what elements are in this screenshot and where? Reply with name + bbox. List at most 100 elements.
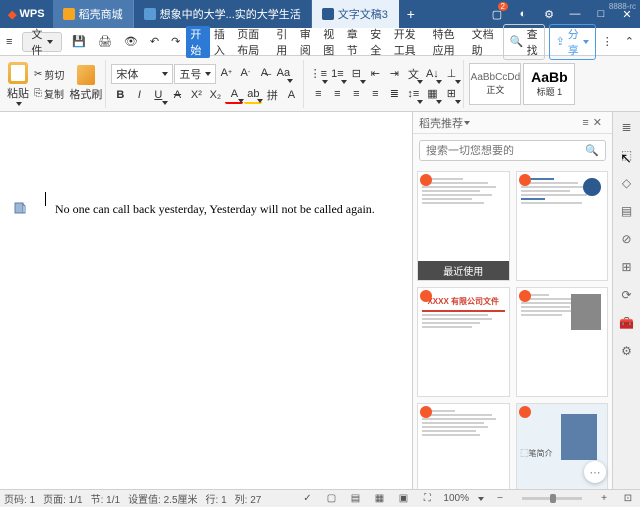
collapse-ribbon-button[interactable]: ⌃	[619, 32, 640, 52]
find-box[interactable]: 🔍查找	[503, 24, 545, 60]
ribbon-tab-security[interactable]: 安全	[366, 26, 389, 58]
decrease-indent-button[interactable]: ⇤	[366, 65, 384, 83]
justify-button[interactable]: ≡	[366, 85, 384, 103]
align-center-button[interactable]: ≡	[328, 85, 346, 103]
cut-button[interactable]: ✂剪切	[31, 66, 67, 83]
text-direction-button[interactable]: 文	[404, 65, 422, 83]
style-normal[interactable]: AaBbCcDd 正文	[469, 63, 521, 105]
document-area[interactable]: No one can call back yesterday, Yesterda…	[0, 112, 412, 489]
font-size-select[interactable]: 五号	[174, 64, 216, 84]
status-page: 页码: 1	[4, 491, 35, 506]
font-color-button[interactable]: A	[225, 86, 243, 104]
app-menu-button[interactable]: ≡	[0, 32, 18, 52]
bold-button[interactable]: B	[111, 86, 129, 104]
template-item[interactable]	[417, 403, 510, 489]
grow-font-button[interactable]: A+	[217, 64, 235, 82]
char-border-button[interactable]: A	[282, 86, 300, 104]
subscript-button[interactable]: X₂	[206, 86, 224, 104]
tool-settings[interactable]: ⚙	[618, 342, 636, 360]
tool-prop[interactable]: ⊞	[618, 258, 636, 276]
tool-toolbox[interactable]: 🧰	[618, 314, 636, 332]
view-web[interactable]: ▦	[371, 492, 387, 506]
text-cursor	[45, 192, 46, 206]
tab-doc-1[interactable]: 想象中的大学...实的大学生活	[134, 0, 312, 28]
fit-page-button[interactable]: ⊡	[620, 492, 636, 506]
side-panel-close[interactable]: ✕	[589, 116, 606, 129]
zoom-out-button[interactable]: −	[492, 492, 508, 506]
workspace-button[interactable]: ▢2	[484, 0, 510, 28]
align-right-button[interactable]: ≡	[347, 85, 365, 103]
change-case-button[interactable]: Aa	[274, 64, 292, 82]
help-button[interactable]: ⋯	[584, 461, 606, 483]
increase-indent-button[interactable]: ⇥	[385, 65, 403, 83]
ribbon-tab-dochelper[interactable]: 文档助	[468, 26, 499, 58]
shrink-font-button[interactable]: A-	[236, 64, 254, 82]
template-search-input[interactable]	[426, 145, 585, 157]
paste-button[interactable]: 粘贴	[7, 62, 29, 106]
spellcheck-button[interactable]: ✓	[299, 492, 315, 506]
clear-format-button[interactable]: A̶	[255, 64, 273, 82]
ribbon-tab-section[interactable]: 章节	[343, 26, 366, 58]
line-spacing-button[interactable]: ↕≡	[404, 85, 422, 103]
template-search[interactable]: 🔍	[419, 140, 606, 161]
tool-select[interactable]: ⬚	[618, 146, 636, 164]
zoom-value[interactable]: 100%	[443, 493, 469, 504]
ribbon-tab-insert[interactable]: 插入	[210, 26, 233, 58]
zoom-slider[interactable]	[522, 497, 582, 500]
ribbon-tab-devtools[interactable]: 开发工具	[390, 26, 429, 58]
ribbon-tab-review[interactable]: 审阅	[296, 26, 319, 58]
tool-backup[interactable]: ⟳	[618, 286, 636, 304]
font-name-select[interactable]: 宋体	[111, 64, 173, 84]
template-item[interactable]	[516, 171, 609, 281]
view-reading[interactable]: ▣	[395, 492, 411, 506]
tool-styles[interactable]: ≣	[618, 118, 636, 136]
distributed-button[interactable]: ≣	[385, 85, 403, 103]
copy-button[interactable]: ⎘复制	[31, 85, 67, 102]
highlight-button[interactable]: ab	[244, 86, 262, 104]
view-outline[interactable]: ▤	[347, 492, 363, 506]
borders-button[interactable]: ⊞	[442, 85, 460, 103]
share-icon: ⇪	[556, 35, 565, 48]
status-pages: 页面: 1/1	[43, 491, 82, 506]
strikethrough-button[interactable]: A	[168, 86, 186, 104]
new-tab-button[interactable]: +	[399, 6, 423, 22]
share-button[interactable]: ⇪分享	[549, 24, 596, 60]
superscript-button[interactable]: X²	[187, 86, 205, 104]
view-print-layout[interactable]: ▢	[323, 492, 339, 506]
qat-redo[interactable]: ↷	[165, 32, 186, 52]
zoom-in-button[interactable]: +	[596, 492, 612, 506]
view-fullscreen[interactable]: ⛶	[419, 492, 435, 506]
template-item[interactable]	[516, 287, 609, 397]
document-text: No one can call back yesterday, Yesterda…	[55, 202, 375, 217]
tabs-button[interactable]: ⊥	[442, 65, 460, 83]
ribbon-tab-references[interactable]: 引用	[272, 26, 295, 58]
qat-undo[interactable]: ↶	[144, 32, 165, 52]
multilevel-button[interactable]: ⊟	[347, 65, 365, 83]
qat-save[interactable]: 💾	[66, 32, 92, 52]
tool-limit[interactable]: ⊘	[618, 230, 636, 248]
phonetic-guide-button[interactable]: 拼	[263, 86, 281, 104]
template-item[interactable]: 最近使用	[417, 171, 510, 281]
ribbon-tab-apps[interactable]: 特色应用	[429, 26, 468, 58]
tab-store[interactable]: 稻壳商城	[53, 0, 134, 28]
qat-preview[interactable]: 👁	[118, 32, 144, 52]
format-painter-button[interactable]: 格式刷	[69, 65, 102, 102]
numbering-button[interactable]: 1≡	[328, 65, 346, 83]
ribbon-tab-view[interactable]: 视图	[319, 26, 342, 58]
template-item[interactable]: XXXX 有限公司文件	[417, 287, 510, 397]
align-left-button[interactable]: ≡	[309, 85, 327, 103]
underline-button[interactable]: U	[149, 86, 167, 104]
more-button[interactable]: ⋮	[596, 32, 619, 52]
style-heading1[interactable]: AaBb 标题 1	[523, 63, 575, 105]
qat-print[interactable]: 🖨	[92, 32, 118, 52]
tool-shapes[interactable]: ◇	[618, 174, 636, 192]
sort-button[interactable]: A↓	[423, 65, 441, 83]
ribbon-tab-home[interactable]: 开始	[186, 26, 209, 58]
file-menu[interactable]: 文件	[22, 32, 62, 52]
ribbon-tab-layout[interactable]: 页面布局	[233, 26, 272, 58]
shading-button[interactable]: ▦	[423, 85, 441, 103]
tool-nav[interactable]: ▤	[618, 202, 636, 220]
italic-button[interactable]: I	[130, 86, 148, 104]
tab-doc-2[interactable]: 文字文稿3	[312, 0, 399, 28]
bullets-button[interactable]: ⋮≡	[309, 65, 327, 83]
